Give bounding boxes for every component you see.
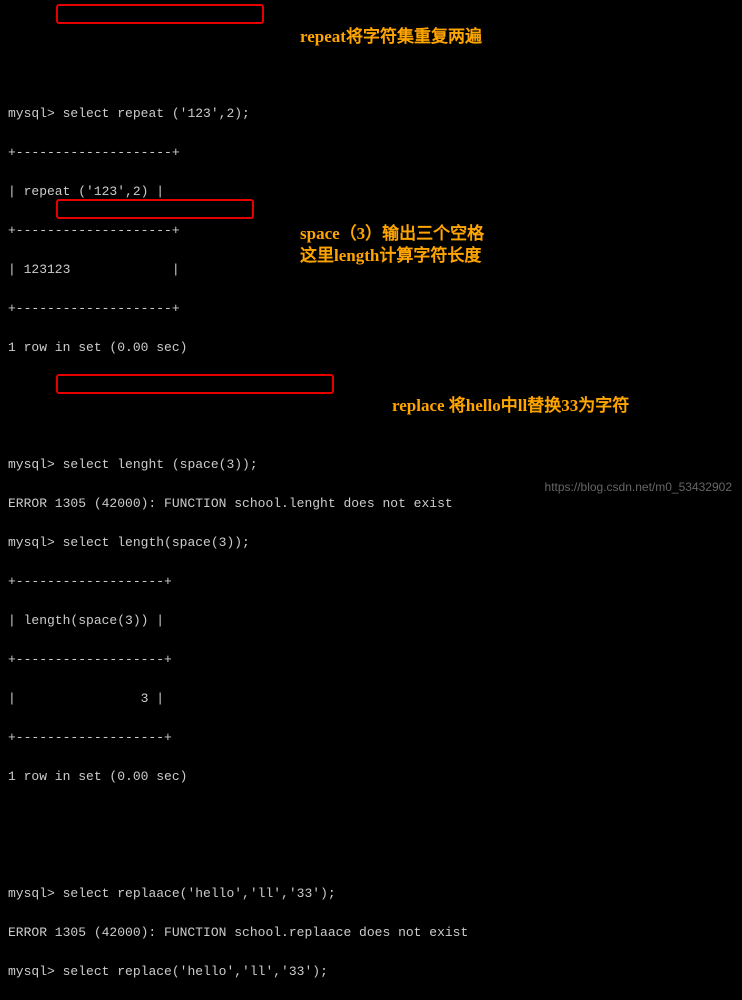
- table-value: | 3 |: [8, 689, 734, 709]
- prompt: mysql>: [8, 886, 55, 901]
- highlight-box-repeat: [56, 4, 264, 24]
- table-header: | length(space(3)) |: [8, 611, 734, 631]
- sql-cmd-replace: select replace('hello','ll','33');: [63, 964, 328, 979]
- sql-line: mysql> select repeat ('123',2);: [8, 104, 734, 124]
- annotation-replace: replace 将hello中ll替换33为字符: [392, 393, 629, 419]
- annotation-repeat: repeat将字符集重复两遍: [300, 24, 482, 50]
- table-sep: +-------------------+: [8, 728, 734, 748]
- sql-line: mysql> select length(space(3));: [8, 533, 734, 553]
- prompt: mysql>: [8, 535, 55, 550]
- table-sep: +-------------------+: [8, 650, 734, 670]
- sql-cmd-repeat: select repeat ('123',2);: [63, 106, 250, 121]
- result-footer: 1 row in set (0.00 sec): [8, 767, 734, 787]
- prompt: mysql>: [8, 106, 55, 121]
- prompt: mysql>: [8, 457, 55, 472]
- table-sep: +-------------------+: [8, 572, 734, 592]
- result-footer: 1 row in set (0.00 sec): [8, 338, 734, 358]
- table-sep: +--------------------+: [8, 221, 734, 241]
- error-line: ERROR 1305 (42000): FUNCTION school.repl…: [8, 923, 734, 943]
- watermark: https://blog.csdn.net/m0_53432902: [545, 478, 732, 496]
- table-header: | repeat ('123',2) |: [8, 182, 734, 202]
- table-value: | 123123 |: [8, 260, 734, 280]
- error-line: ERROR 1305 (42000): FUNCTION school.leng…: [8, 494, 734, 514]
- blank-line: [8, 377, 734, 397]
- sql-line: mysql> select replace('hello','ll','33')…: [8, 962, 734, 982]
- sql-cmd-lenght-err: select lenght (space(3));: [63, 457, 258, 472]
- blank-line: [8, 806, 734, 826]
- prompt: mysql>: [8, 964, 55, 979]
- highlight-box-length: [56, 199, 254, 219]
- sql-line: mysql> select lenght (space(3));: [8, 455, 734, 475]
- sql-cmd-replaace-err: select replaace('hello','ll','33');: [63, 886, 336, 901]
- table-sep: +--------------------+: [8, 143, 734, 163]
- sql-line: mysql> select replaace('hello','ll','33'…: [8, 884, 734, 904]
- sql-cmd-length: select length(space(3));: [63, 535, 250, 550]
- table-sep: +--------------------+: [8, 299, 734, 319]
